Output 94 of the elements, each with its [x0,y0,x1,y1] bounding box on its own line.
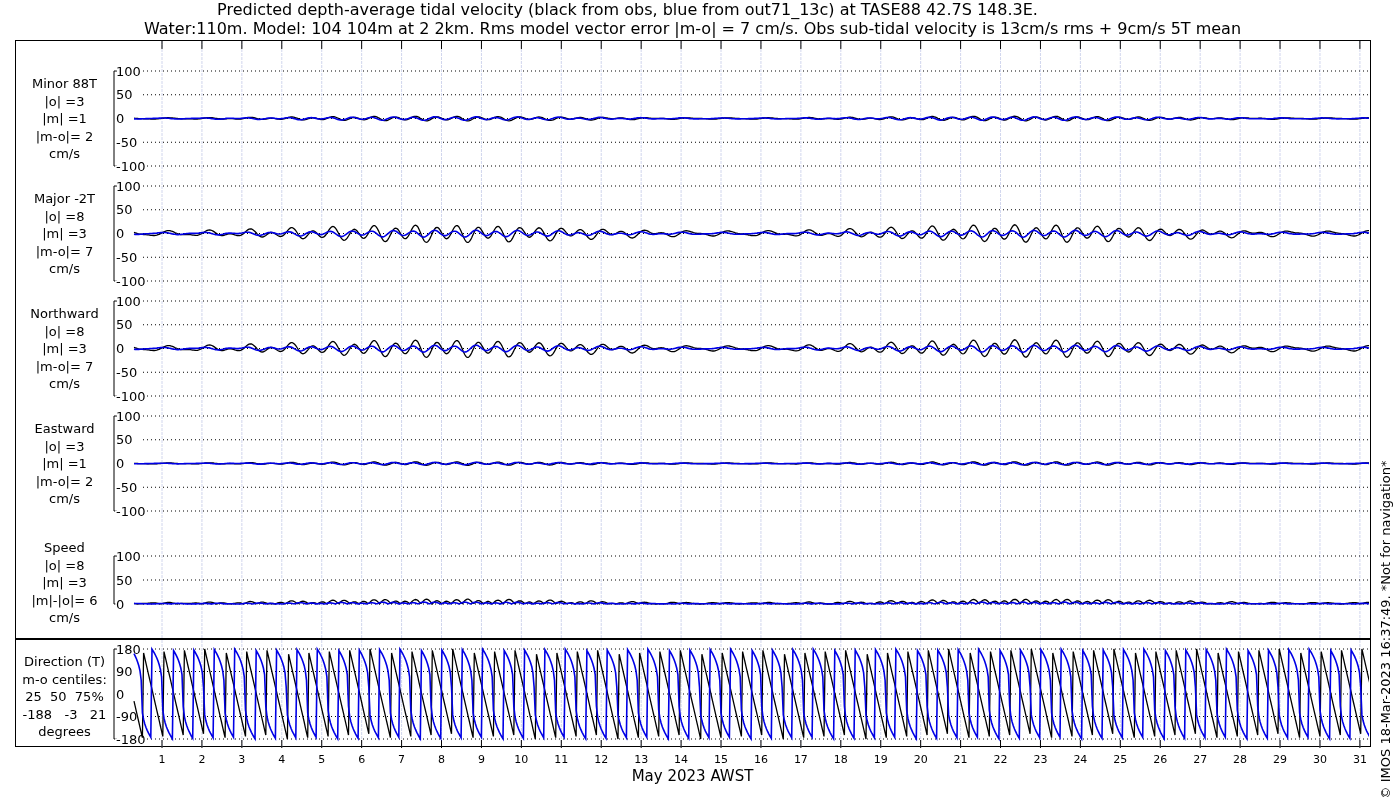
tick-label: -100 [116,503,146,519]
chart-title: Water:110m. Model: 104 104m at 2 2km. Rms model vector error |m-o| = 7 cm/s. Obs sub-tidal velocity is 13cm/s rms + 9cm/s 5T mean [143,19,1242,38]
tick-label: 100 [116,548,141,564]
tick-label: 100 [116,63,141,79]
tick-label: 18 [833,753,848,766]
tick-label: 22 [993,753,1008,766]
tick-label: 0 [116,456,125,471]
panel-label: cm/s [49,260,80,278]
panel-label: Major -2T [33,190,96,208]
tick-label: 0 [116,226,125,241]
tick-label: 11 [554,753,569,766]
panel-label: |o| =3 [44,92,85,110]
panel-label: m-o centiles: [22,670,107,688]
tick-label: 2 [198,753,206,766]
tick-label: 9 [477,753,485,766]
tick-label: 0 [116,596,125,612]
axis-label: May 2023 AWST [631,767,754,785]
tick-label: 24 [1073,753,1088,766]
tick-label: 16 [753,753,768,766]
panel-label: Speed [44,539,85,557]
panel-label: Minor 88T [32,75,97,93]
tick-label: 25 [1113,753,1128,766]
tick-label: 10 [514,753,529,766]
panel-label: Northward [30,305,99,323]
panel-label: cm/s [49,375,80,393]
tick-label: 100 [116,408,141,424]
tick-label: 21 [953,753,968,766]
tick-label: 1 [158,753,166,766]
panel-label: cm/s [49,490,80,508]
panel-label: |m| =3 [42,340,87,358]
panel-label: cm/s [49,609,80,627]
chart-title: Predicted depth-average tidal velocity (black from obs, blue from out71_13c) at TASE88 42.7S 148.3E. [217,0,1038,19]
tick-label: 5 [318,753,326,766]
tick-label: 50 [116,572,133,588]
tick-label: 12 [594,753,609,766]
tick-label: 0 [116,111,125,126]
tick-label: 180 [116,641,141,657]
tick-label: -50 [116,134,138,150]
tick-label: 90 [116,664,133,679]
footer-note: © IMOS 18-Mar-2023 16:37:49. *Not for navigation* [1376,460,1394,797]
tick-label: 4 [278,753,286,766]
tick-label: 7 [398,753,406,766]
tick-label: 100 [116,178,141,194]
tick-label: -100 [116,273,146,289]
panel-label: |m-o|= 7 [35,357,94,375]
y-axis [113,555,118,605]
tick-label: 27 [1193,753,1208,766]
tick-label: -90 [116,709,138,724]
tick-label: -100 [116,388,146,404]
panel-label: |o| =3 [44,437,85,455]
tick-label: 26 [1153,753,1168,766]
tick-label: 3 [238,753,246,766]
panel-label: Eastward [34,420,95,438]
tick-label: 50 [116,317,133,333]
panel-label: 25 50 75% [25,688,104,706]
tick-label: -180 [116,731,146,747]
tick-label: 0 [116,341,125,356]
panel-label: |o| =8 [44,556,85,574]
tick-label: -50 [116,249,138,265]
panel-label: |o| =8 [44,207,85,225]
panel-label: |o| =8 [44,322,85,340]
tick-label: 20 [913,753,928,766]
panel-label: Direction (T) [24,653,105,671]
tick-label: -50 [116,479,138,495]
tick-label: 50 [116,87,133,103]
panel-label: -188 -3 21 [22,705,107,723]
tick-label: 29 [1273,753,1288,766]
tick-label: 19 [873,753,888,766]
panel-label: |m| =3 [42,225,87,243]
panel-label: cm/s [49,145,80,163]
tick-label: 50 [116,432,133,448]
panel-label: |m|-|o|= 6 [31,591,98,609]
panel-label: |m-o|= 2 [35,127,94,145]
tick-label: -100 [116,158,146,174]
tick-label: 100 [116,293,141,309]
tick-label: 15 [714,753,728,766]
panel-label: |m| =1 [42,455,87,473]
tick-label: 17 [793,753,808,766]
tick-label: 23 [1033,753,1048,766]
panel-label: degrees [38,723,91,741]
tick-label: 30 [1312,753,1327,766]
tick-label: 8 [438,753,445,766]
tick-label: 6 [358,753,366,766]
panel-label: |m-o|= 7 [35,242,94,260]
panel-label: |m| =3 [42,574,87,592]
tick-label: 31 [1352,753,1367,766]
tick-label: 14 [674,753,689,766]
tick-label: 28 [1233,753,1248,766]
tick-label: -50 [116,364,138,380]
panel-label: |m-o|= 2 [35,472,94,490]
tick-label: 0 [116,686,125,702]
panel-label: |m| =1 [42,110,87,128]
tick-label: 50 [116,202,133,218]
tick-label: 13 [634,753,649,766]
